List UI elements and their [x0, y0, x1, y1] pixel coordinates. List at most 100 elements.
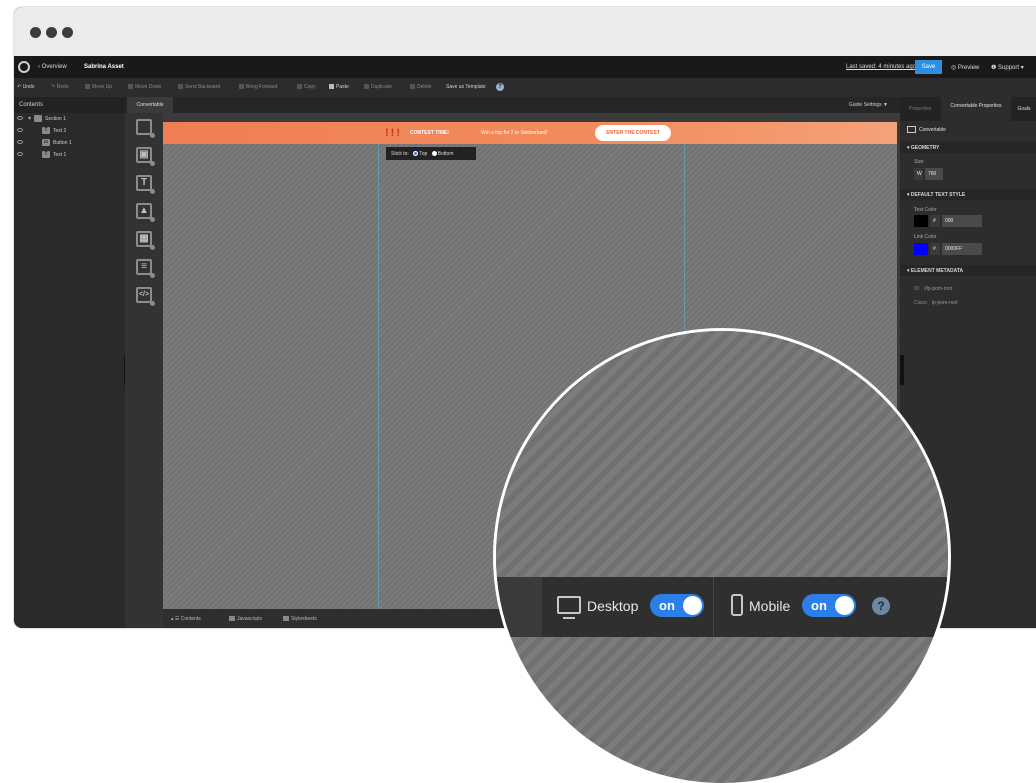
edit-toolbar: ↶ Undo ↷ Redo Move Up Move Down Send Bac… — [14, 78, 1036, 97]
tab-convertable[interactable]: Convertable — [127, 97, 173, 113]
banner-subtitle[interactable]: Win a trip for 2 to Switzerland! — [481, 130, 548, 136]
code-tool-icon[interactable]: </> — [136, 287, 155, 306]
mobile-icon — [731, 594, 743, 616]
bottom-tab-contents[interactable]: ▴ ☰ Contents — [171, 616, 201, 622]
bottom-tab-label: Javascripts — [237, 616, 263, 622]
close-dot[interactable] — [30, 27, 41, 38]
stick-top-radio[interactable] — [413, 151, 419, 156]
move-down-button[interactable]: Move Down — [128, 84, 161, 90]
undo-button[interactable]: ↶ Undo — [17, 84, 35, 90]
contest-banner[interactable]: !!! CONTEST TIME! Win a trip for 2 to Sw… — [163, 122, 897, 144]
move-down-label: Move Down — [135, 84, 162, 90]
link-color-swatch[interactable] — [914, 243, 928, 255]
contents-header: Contents — [14, 97, 125, 113]
duplicate-label: Duplicate — [371, 84, 392, 90]
save-template-label: Save as Template — [446, 84, 486, 90]
size-label: Size — [914, 159, 924, 165]
enter-contest-button[interactable]: ENTER THE CONTEST — [595, 125, 671, 141]
bottom-tab-javascripts[interactable]: Javascripts — [229, 616, 262, 622]
delete-button[interactable]: Delete — [410, 84, 431, 90]
guide-line-left[interactable] — [378, 122, 379, 609]
text-tool-icon[interactable]: T — [136, 175, 155, 194]
metadata-header-label: ELEMENT METADATA — [910, 268, 964, 274]
image-tool-icon[interactable]: ▲ — [136, 203, 155, 222]
bottom-tab-label: Stylesheets — [291, 616, 317, 622]
copy-label: Copy — [304, 84, 316, 90]
last-saved-text: Last saved: 4 minutes ago — [846, 64, 917, 70]
app-topbar: ‹ Overview Sabrina Asset Last saved: 4 m… — [14, 56, 1036, 78]
bring-forward-button[interactable]: Bring Forward — [239, 84, 277, 90]
window-titlebar — [14, 7, 1036, 56]
mobile-toggle-text: on — [811, 598, 827, 613]
send-backward-button[interactable]: Send Backward — [178, 84, 220, 90]
magnified-canvas-edge — [496, 577, 542, 637]
tree-item-label: Text 1 — [53, 152, 67, 158]
id-value[interactable]: #lp-pom-root — [924, 286, 952, 292]
stick-to-label: Stick to: — [391, 151, 409, 157]
overview-link[interactable]: ‹ Overview — [38, 64, 67, 70]
stick-bottom-radio[interactable] — [431, 151, 437, 156]
tree-item-text1[interactable]: T Text 1 — [14, 149, 125, 161]
tree-item-text2[interactable]: T Text 2 — [14, 125, 125, 137]
help-icon[interactable]: ? — [496, 83, 504, 91]
stick-to-control: Stick to: Top Bottom — [386, 147, 476, 160]
visibility-eye-icon[interactable] — [17, 152, 23, 156]
width-input[interactable]: 760 — [925, 168, 943, 180]
tree-item-label: Text 2 — [53, 128, 67, 134]
preview-button[interactable]: ◎ Preview — [951, 64, 979, 71]
support-menu[interactable]: ❶ Support ▾ — [991, 64, 1024, 71]
stick-top-label[interactable]: Top — [419, 151, 427, 157]
tab-goals[interactable]: Goals — [1012, 97, 1036, 121]
send-backward-label: Send Backward — [185, 84, 221, 90]
js-icon — [229, 616, 235, 621]
visibility-eye-icon[interactable] — [17, 116, 23, 120]
help-icon[interactable]: ? — [872, 597, 890, 615]
form-tool-icon[interactable]: ≡ — [136, 259, 155, 278]
link-color-input[interactable]: 0000FF — [942, 243, 982, 255]
save-template-button[interactable]: Save as Template — [446, 84, 486, 90]
text-color-swatch[interactable] — [914, 215, 928, 227]
bottom-tab-label: Contents — [180, 616, 201, 622]
device-divider — [713, 577, 714, 637]
tree-item-button1[interactable]: ▭ Button 1 — [14, 137, 125, 149]
save-button-label: Save — [921, 64, 936, 70]
element-type-label: Convertable — [919, 127, 946, 133]
banner-title[interactable]: CONTEST TIME! — [410, 130, 449, 136]
metadata-header[interactable]: ▾ ELEMENT METADATA — [900, 265, 1036, 276]
expand-chevron-icon[interactable]: ▾ — [28, 115, 31, 122]
bottom-tab-stylesheets[interactable]: Stylesheets — [283, 616, 317, 622]
visibility-eye-icon[interactable] — [17, 128, 23, 132]
button-element-icon: ▭ — [42, 139, 50, 146]
contents-panel: Contents ▾ Section 1 T Text 2 ▭ Button 1… — [14, 97, 128, 628]
text-style-header[interactable]: ▾ DEFAULT TEXT STYLE — [900, 189, 1036, 200]
copy-button[interactable]: Copy — [297, 84, 316, 90]
preview-label: Preview — [957, 65, 980, 71]
stick-bottom-label[interactable]: Bottom — [438, 151, 454, 157]
move-up-icon — [85, 84, 90, 89]
guide-settings-dropdown[interactable]: Guide Settings ▼ — [849, 102, 888, 108]
class-value[interactable]: lp-pom-root — [932, 300, 958, 306]
button-tool-icon[interactable]: ▦ — [136, 231, 155, 250]
toggle-knob — [683, 596, 702, 615]
maximize-dot[interactable] — [62, 27, 73, 38]
tree-item-label: Section 1 — [45, 116, 66, 122]
duplicate-button[interactable]: Duplicate — [364, 84, 392, 90]
paste-button[interactable]: Paste — [329, 84, 349, 90]
geometry-header[interactable]: ▾ GEOMETRY — [900, 142, 1036, 153]
visibility-eye-icon[interactable] — [17, 140, 23, 144]
tab-properties[interactable]: Properties — [900, 97, 940, 121]
tab-convertable-properties[interactable]: Convertable Properties — [941, 97, 1011, 121]
minimize-dot[interactable] — [46, 27, 57, 38]
class-label: Class: — [914, 300, 928, 306]
desktop-toggle[interactable]: on — [650, 594, 704, 617]
logo-icon[interactable] — [18, 61, 30, 73]
move-up-button[interactable]: Move Up — [85, 84, 112, 90]
box-tool-icon[interactable]: ▣ — [136, 147, 155, 166]
tree-item-section[interactable]: ▾ Section 1 — [14, 113, 125, 125]
mobile-toggle[interactable]: on — [802, 594, 856, 617]
desktop-toggle-text: on — [659, 598, 675, 613]
save-button[interactable]: Save — [915, 60, 942, 74]
redo-button[interactable]: ↷ Redo — [51, 84, 69, 90]
section-tool-icon[interactable] — [136, 119, 155, 138]
text-color-input[interactable]: 000 — [942, 215, 982, 227]
